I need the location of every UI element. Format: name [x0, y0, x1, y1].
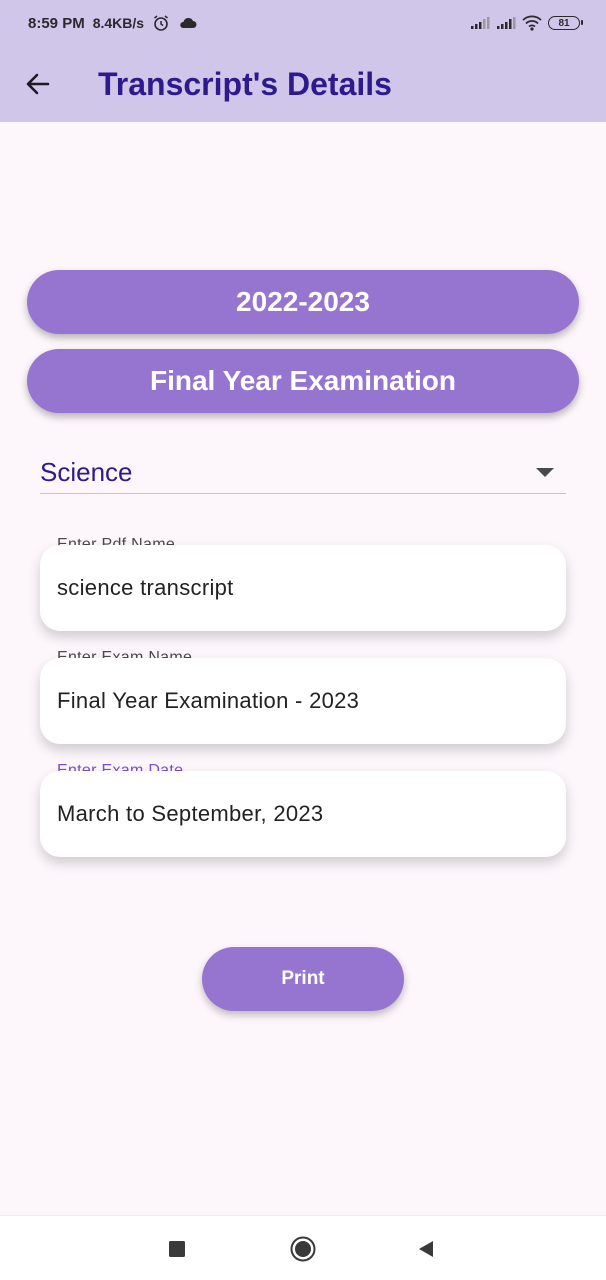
battery-icon: 81 — [548, 16, 583, 30]
app-root: 8:59 PM 8.4KB/s 81 Transcript's Details … — [0, 0, 606, 1280]
home-button[interactable] — [288, 1234, 318, 1264]
dropdown-selected-value: Science — [40, 457, 133, 487]
pdf-name-input[interactable]: science transcript — [40, 545, 566, 631]
signal-icon — [471, 17, 490, 29]
signal-icon-2 — [497, 17, 516, 29]
battery-level: 81 — [558, 17, 570, 29]
back-button[interactable] — [16, 62, 60, 106]
status-icons — [152, 14, 198, 32]
page-title: Transcript's Details — [98, 65, 392, 102]
nav-back-button[interactable] — [411, 1234, 441, 1264]
status-time: 8:59 PM — [28, 14, 85, 32]
cloud-icon — [180, 17, 197, 28]
wifi-icon — [522, 15, 542, 31]
circle-icon — [290, 1236, 316, 1262]
exam-date-input[interactable]: March to September, 2023 — [40, 771, 566, 857]
alarm-icon — [154, 15, 169, 31]
network-speed: 8.4KB/s — [92, 15, 145, 31]
exam-type-button[interactable]: Final Year Examination — [27, 349, 579, 413]
triangle-back-icon — [419, 1241, 433, 1257]
navigation-bar — [0, 1215, 606, 1280]
header: 8:59 PM 8.4KB/s 81 Transcript's Details — [0, 0, 606, 122]
square-icon — [169, 1241, 185, 1257]
subject-dropdown[interactable]: Science — [40, 452, 566, 494]
arrow-left-icon — [26, 73, 50, 95]
exam-name-input[interactable]: Final Year Examination - 2023 — [40, 658, 566, 744]
status-left: 8:59 PM 8.4KB/s — [28, 14, 198, 32]
academic-year-button[interactable]: 2022-2023 — [27, 270, 579, 334]
chevron-down-icon — [536, 468, 554, 477]
print-button[interactable]: Print — [202, 947, 404, 1011]
app-bar: Transcript's Details — [0, 46, 606, 122]
status-right: 81 — [470, 15, 583, 31]
status-bar: 8:59 PM 8.4KB/s 81 — [0, 0, 606, 46]
recents-button[interactable] — [162, 1234, 192, 1264]
